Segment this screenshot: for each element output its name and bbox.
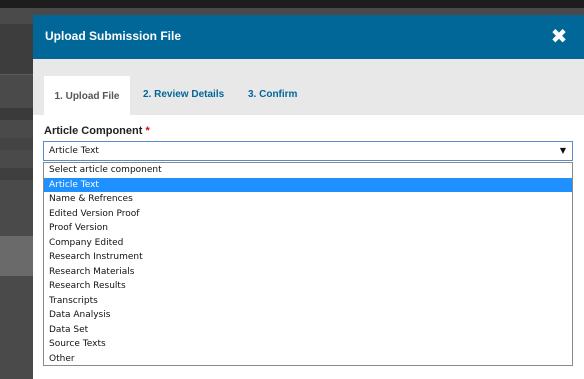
tab-review-details[interactable]: 2. Review Details xyxy=(143,76,224,115)
dropdown-option[interactable]: Name & Refrences xyxy=(44,192,572,207)
upload-submission-modal: Upload Submission File ✖ 1. Upload File … xyxy=(33,15,584,379)
background-top-bar xyxy=(0,0,584,8)
dropdown-option[interactable]: Company Edited xyxy=(44,236,572,251)
dropdown-option[interactable]: Edited Version Proof xyxy=(44,207,572,222)
article-component-label: Article Component * xyxy=(44,125,150,137)
dropdown-option[interactable]: Proof Version xyxy=(44,221,572,236)
modal-header: Upload Submission File ✖ xyxy=(33,15,584,59)
tab-confirm[interactable]: 3. Confirm xyxy=(248,76,297,115)
close-icon[interactable]: ✖ xyxy=(548,24,570,48)
select-current-value: Article Text xyxy=(49,146,99,156)
dropdown-option[interactable]: Article Text xyxy=(44,177,572,192)
article-component-select[interactable]: Article Text ▼ xyxy=(43,141,573,161)
field-label-text: Article Component xyxy=(44,125,143,137)
dropdown-option[interactable]: Research Materials xyxy=(44,265,572,280)
wizard-tabs: 1. Upload File 2. Review Details 3. Conf… xyxy=(33,59,584,115)
article-component-options: Select article component Article Text Name… xyxy=(43,162,573,366)
dropdown-option[interactable]: Other xyxy=(44,352,572,367)
dropdown-option[interactable]: Data Set xyxy=(44,323,572,338)
required-marker: * xyxy=(145,125,150,137)
modal-title: Upload Submission File xyxy=(45,29,182,43)
dropdown-option[interactable]: Source Texts xyxy=(44,337,572,352)
dropdown-option[interactable]: Transcripts xyxy=(44,294,572,309)
dropdown-arrow-icon: ▼ xyxy=(559,146,566,155)
dropdown-option[interactable]: Research Instrument xyxy=(44,250,572,265)
tab-upload-file[interactable]: 1. Upload File xyxy=(44,76,130,115)
dropdown-option[interactable]: Select article component xyxy=(44,163,572,178)
dropdown-option[interactable]: Research Results xyxy=(44,279,572,294)
modal-body: Article Component * Article Text ▼ Selec… xyxy=(33,115,584,379)
dropdown-option[interactable]: Data Analysis xyxy=(44,308,572,323)
